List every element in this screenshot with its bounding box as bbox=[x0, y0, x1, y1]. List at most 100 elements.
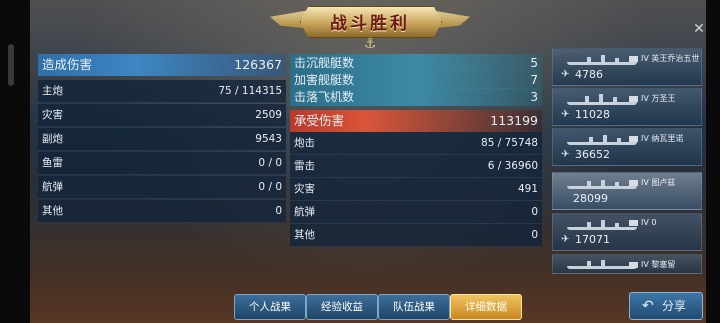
stat-value: 6 / 36960 bbox=[487, 160, 538, 172]
taken-row-other: 其他 0 bbox=[290, 224, 542, 247]
ship-name: 万圣王 bbox=[651, 94, 676, 103]
damage-dealt-value: 126367 bbox=[234, 57, 282, 72]
device-notch bbox=[8, 44, 14, 86]
ship-card[interactable]: IV 英王乔治五世 ✈ 4786 bbox=[552, 48, 702, 86]
stat-label: 击沉舰艇数 bbox=[294, 56, 355, 70]
stat-label: 灾害 bbox=[294, 183, 315, 195]
ship-meta: IV 图卢兹 bbox=[629, 177, 675, 188]
tab-personal-results[interactable]: 个人战果 bbox=[234, 294, 306, 320]
ship-card-selected[interactable]: IV 图卢兹 28099 bbox=[552, 172, 702, 210]
ship-silhouette-icon bbox=[567, 55, 637, 65]
ship-tier: IV bbox=[641, 94, 649, 103]
ship-meta: IV 纳瓦里诺 bbox=[629, 133, 683, 144]
share-button[interactable]: ↶ 分享 bbox=[629, 292, 703, 320]
kills-row-planes: 击落飞机数 3 bbox=[290, 88, 542, 106]
ship-meta: IV 0 bbox=[629, 218, 656, 227]
stat-label: 航弹 bbox=[42, 181, 63, 193]
battle-summary-panel: 击沉舰艇数 5 加害舰艇数 7 击落飞机数 3 承受伤害 113199 炮击 8… bbox=[290, 54, 542, 254]
ship-card[interactable]: IV 万圣王 ✈ 11028 bbox=[552, 88, 702, 126]
kills-row-damaged: 加害舰艇数 7 bbox=[290, 71, 542, 89]
damage-taken-header: 承受伤害 113199 bbox=[290, 110, 542, 132]
stat-label: 加害舰艇数 bbox=[294, 73, 355, 87]
flag-icon bbox=[629, 219, 638, 226]
stat-value: 0 / 0 bbox=[258, 181, 282, 193]
stat-value: 75 / 114315 bbox=[218, 85, 282, 97]
stat-label: 灾害 bbox=[42, 109, 63, 121]
stat-value: 85 / 75748 bbox=[481, 137, 538, 149]
stat-value: 7 bbox=[530, 73, 538, 87]
ship-silhouette-icon bbox=[567, 135, 637, 145]
stat-row-main-gun: 主炮 75 / 114315 bbox=[38, 80, 286, 103]
ship-silhouette-icon bbox=[567, 259, 637, 269]
stat-label: 击落飞机数 bbox=[294, 90, 355, 104]
tab-detailed-data[interactable]: 详细数据 bbox=[450, 294, 522, 320]
taken-row-shells: 炮击 85 / 75748 bbox=[290, 132, 542, 155]
ship-card[interactable]: IV 纳瓦里诺 ✈ 36652 bbox=[552, 128, 702, 166]
ship-silhouette-icon bbox=[567, 94, 637, 105]
plane-icon: ✈ bbox=[561, 69, 570, 80]
ship-meta: IV 万圣王 bbox=[629, 93, 675, 104]
stat-label: 主炮 bbox=[42, 85, 63, 97]
stat-label: 雷击 bbox=[294, 160, 315, 172]
ship-meta: IV 黎塞留 bbox=[629, 259, 675, 270]
flag-icon bbox=[629, 95, 638, 102]
ship-meta: IV 英王乔治五世 bbox=[629, 53, 699, 64]
damage-taken-label: 承受伤害 bbox=[294, 113, 345, 128]
ship-card[interactable]: IV 0 ✈ 17071 bbox=[552, 213, 702, 251]
stat-label: 鱼雷 bbox=[42, 157, 63, 169]
kills-row-sunk: 击沉舰艇数 5 bbox=[290, 54, 542, 72]
ship-name: 英王乔治五世 bbox=[651, 54, 700, 63]
stat-row-torpedo: 鱼雷 0 / 0 bbox=[38, 152, 286, 175]
victory-banner: 战斗胜利 ⚓ bbox=[270, 0, 470, 54]
damage-taken-value: 113199 bbox=[490, 113, 538, 128]
damage-dealt-label: 造成伤害 bbox=[42, 57, 93, 72]
stat-label: 其他 bbox=[42, 205, 63, 217]
stat-value: 0 bbox=[531, 229, 538, 241]
ship-name: 纳瓦里诺 bbox=[651, 134, 684, 143]
taken-row-bomb: 航弹 0 bbox=[290, 201, 542, 224]
ship-name: 0 bbox=[651, 218, 657, 227]
flag-icon bbox=[629, 261, 638, 268]
flag-icon bbox=[629, 135, 638, 142]
stat-row-bomb: 航弹 0 / 0 bbox=[38, 176, 286, 199]
stat-value: 491 bbox=[517, 183, 538, 195]
device-bezel-right bbox=[706, 0, 720, 323]
ship-damage: 11028 bbox=[575, 108, 610, 121]
stat-label: 其他 bbox=[294, 229, 315, 241]
ship-silhouette-icon bbox=[567, 179, 637, 189]
ship-damage: 17071 bbox=[575, 233, 610, 246]
ship-tier: IV bbox=[641, 134, 649, 143]
ship-name: 黎塞留 bbox=[651, 260, 676, 269]
banner-title: 战斗胜利 bbox=[330, 14, 410, 34]
ship-silhouette-icon bbox=[567, 220, 637, 230]
ship-tier: IV bbox=[641, 54, 649, 63]
ship-card[interactable]: IV 黎塞留 bbox=[552, 254, 702, 274]
ship-tier: IV bbox=[641, 218, 649, 227]
damage-dealt-header: 造成伤害 126367 bbox=[38, 54, 286, 76]
stat-value: 5 bbox=[530, 56, 538, 70]
plane-icon: ✈ bbox=[561, 234, 570, 245]
tab-experience[interactable]: 经验收益 bbox=[306, 294, 378, 320]
stat-label: 副炮 bbox=[42, 133, 63, 145]
ship-tier: IV bbox=[641, 260, 649, 269]
ship-damage: 36652 bbox=[575, 148, 610, 161]
taken-row-fire: 灾害 491 bbox=[290, 178, 542, 201]
device-bezel-left bbox=[0, 0, 30, 323]
stat-row-fire: 灾害 2509 bbox=[38, 104, 286, 127]
tab-team-results[interactable]: 队伍战果 bbox=[378, 294, 450, 320]
plane-icon: ✈ bbox=[561, 109, 570, 120]
share-label: 分享 bbox=[662, 299, 687, 313]
ship-name: 图卢兹 bbox=[651, 178, 676, 187]
close-icon[interactable]: ✕ bbox=[692, 22, 706, 36]
stat-value: 9543 bbox=[255, 133, 282, 145]
ship-damage: 4786 bbox=[575, 68, 603, 81]
stat-value: 0 / 0 bbox=[258, 157, 282, 169]
share-arrow-icon: ↶ bbox=[642, 298, 654, 314]
damage-dealt-panel: 造成伤害 126367 主炮 75 / 114315 灾害 2509 副炮 95… bbox=[38, 54, 286, 254]
stat-row-secondary: 副炮 9543 bbox=[38, 128, 286, 151]
stat-row-other: 其他 0 bbox=[38, 200, 286, 223]
stat-label: 炮击 bbox=[294, 137, 315, 149]
stat-value: 0 bbox=[275, 205, 282, 217]
plane-icon: ✈ bbox=[561, 149, 570, 160]
anchor-icon: ⚓ bbox=[363, 36, 377, 52]
